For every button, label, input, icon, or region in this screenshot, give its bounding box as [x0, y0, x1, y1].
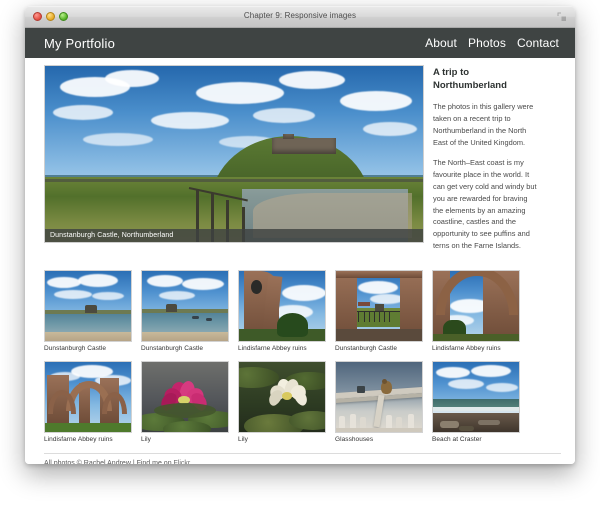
thumbnail-caption: Dunstanburgh Castle: [335, 345, 398, 353]
nav-item-photos[interactable]: Photos: [468, 36, 506, 50]
thumbnail-item[interactable]: Lindisfarne Abbey ruins: [238, 270, 326, 352]
thumbnail-grid: Dunstanburgh Castle Dunstanburgh Castle …: [44, 270, 561, 443]
thumbnail-item[interactable]: Lindisfarne Abbey ruins: [44, 361, 132, 443]
footer-text: All photos © Rachel Andrew | Find me on: [44, 460, 174, 464]
hero-region: Dunstanburgh Castle, Northumberland A tr…: [44, 65, 561, 260]
main-navigation: About Photos Contact: [425, 36, 559, 50]
thumbnail-image: [44, 270, 132, 343]
hero-image[interactable]: Dunstanburgh Castle, Northumberland: [44, 65, 424, 243]
thumbnail-caption: Lily: [238, 436, 248, 444]
sidebar: A trip to Northumberland The photos in t…: [433, 65, 537, 260]
thumbnail-item[interactable]: Dunstanburgh Castle: [141, 270, 229, 352]
thumbnail-item[interactable]: Dunstanburgh Castle: [335, 270, 423, 352]
thumbnail-image: [238, 270, 326, 343]
window-title: Chapter 9: Responsive images: [243, 11, 357, 20]
sidebar-paragraph-2: The North–East coast is my favourite pla…: [433, 157, 537, 251]
gallery-row-1: Dunstanburgh Castle Dunstanburgh Castle …: [44, 270, 561, 352]
thumbnail-item[interactable]: Lindisfarne Abbey ruins: [432, 270, 520, 352]
thumbnail-image: [44, 361, 132, 434]
window-titlebar[interactable]: Chapter 9: Responsive images: [25, 6, 575, 28]
sidebar-paragraph-1: The photos in this gallery were taken on…: [433, 101, 534, 147]
flickr-link[interactable]: Flickr: [174, 460, 191, 464]
thumbnail-image: [141, 270, 229, 343]
desktop-backdrop: Chapter 9: Responsive images My Portfoli…: [0, 0, 600, 515]
thumbnail-caption: Beach at Craster: [432, 436, 482, 444]
thumbnail-image: [238, 361, 326, 434]
browser-window: Chapter 9: Responsive images My Portfoli…: [25, 6, 575, 464]
page-title: My Portfolio: [44, 35, 116, 51]
hero-photo-art: [45, 66, 423, 242]
site-footer: All photos © Rachel Andrew | Find me on …: [44, 454, 561, 464]
thumbnail-caption: Lindisfarne Abbey ruins: [44, 436, 113, 444]
sidebar-heading: A trip to Northumberland: [433, 67, 507, 91]
thumbnail-caption: Glasshouses: [335, 436, 374, 444]
site-header: My Portfolio About Photos Contact: [25, 28, 575, 58]
thumbnail-caption: Lindisfarne Abbey ruins: [238, 345, 307, 353]
thumbnail-image: [432, 270, 520, 343]
thumbnail-image: [141, 361, 229, 434]
nav-item-about[interactable]: About: [425, 36, 457, 50]
thumbnail-caption: Dunstanburgh Castle: [141, 345, 204, 353]
expand-icon[interactable]: [557, 12, 567, 22]
thumbnail-image: [335, 361, 423, 434]
web-page: My Portfolio About Photos Contact Dunsta…: [25, 28, 575, 464]
thumbnail-item[interactable]: Beach at Craster: [432, 361, 520, 443]
thumbnail-item[interactable]: Glasshouses: [335, 361, 423, 443]
thumbnail-image: [432, 361, 520, 434]
gallery-row-2: Lindisfarne Abbey ruins Lily Lily Glassh…: [44, 361, 561, 443]
page-content: Dunstanburgh Castle, Northumberland A tr…: [25, 58, 575, 464]
thumbnail-item[interactable]: Lily: [238, 361, 326, 443]
thumbnail-item[interactable]: Lily: [141, 361, 229, 443]
thumbnail-caption: Lily: [141, 436, 151, 444]
thumbnail-caption: Lindisfarne Abbey ruins: [432, 345, 501, 353]
nav-item-contact[interactable]: Contact: [517, 36, 559, 50]
thumbnail-image: [335, 270, 423, 343]
thumbnail-item[interactable]: Dunstanburgh Castle: [44, 270, 132, 352]
thumbnail-caption: Dunstanburgh Castle: [44, 345, 107, 353]
hero-caption: Dunstanburgh Castle, Northumberland: [45, 229, 423, 242]
